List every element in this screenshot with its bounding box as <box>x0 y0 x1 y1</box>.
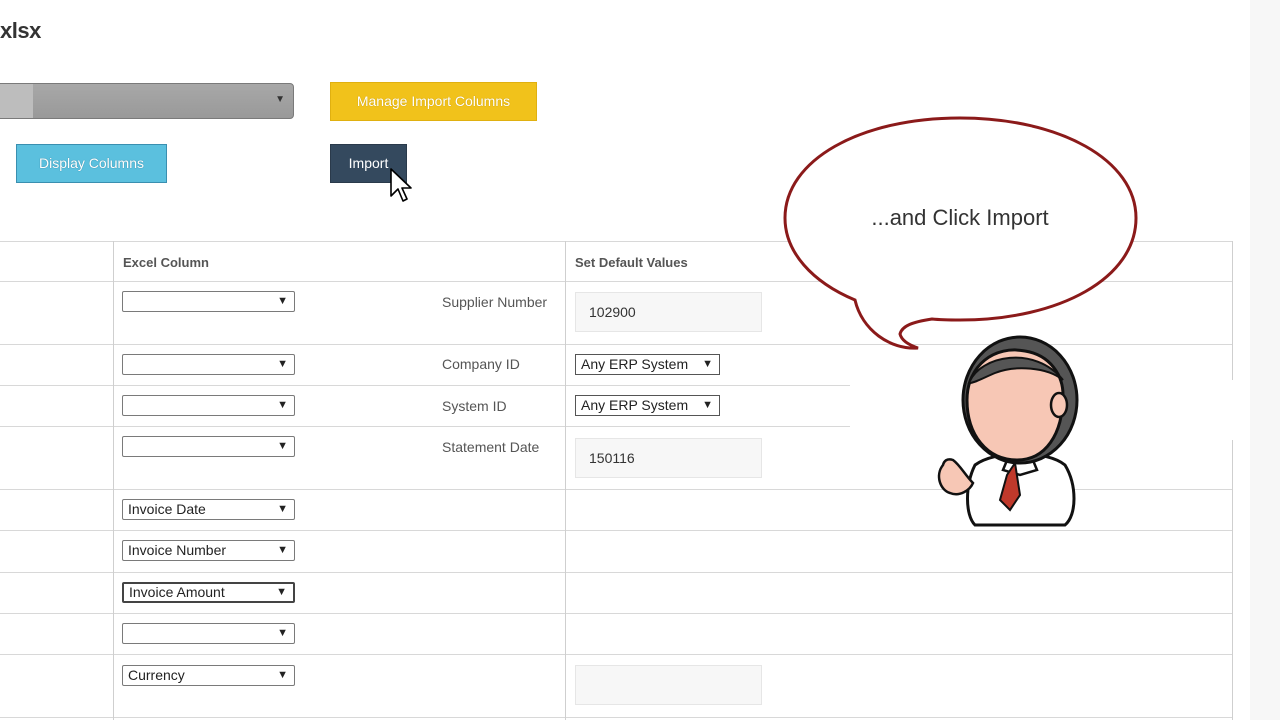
supplier-number-field[interactable]: 102900 <box>575 292 762 332</box>
statement-date-field[interactable]: 150116 <box>575 438 762 478</box>
chevron-down-icon: ▼ <box>702 358 713 370</box>
mouse-pointer-icon <box>390 168 412 202</box>
chevron-down-icon: ▼ <box>276 586 287 598</box>
excel-column-select[interactable]: Invoice Amount ▼ <box>122 582 295 603</box>
company-id-select[interactable]: Any ERP System ▼ <box>575 354 720 375</box>
file-select-dropdown[interactable]: ▼ <box>0 83 294 119</box>
field-label: Statement Date <box>442 439 540 455</box>
excel-column-select[interactable]: ▼ <box>122 623 295 644</box>
chevron-down-icon: ▼ <box>277 399 288 411</box>
select-value: Invoice Amount <box>129 584 225 600</box>
grid-line <box>1232 241 1233 720</box>
chevron-down-icon: ▼ <box>277 295 288 307</box>
right-gutter <box>1250 0 1280 720</box>
chevron-down-icon: ▼ <box>277 358 288 370</box>
field-label: Company ID <box>442 356 520 372</box>
grid-line <box>0 241 1233 242</box>
select-value: Invoice Number <box>128 542 227 558</box>
display-columns-button[interactable]: Display Columns <box>16 144 167 183</box>
excel-column-select[interactable]: Invoice Number ▼ <box>122 540 295 561</box>
excel-column-select[interactable]: Currency ▼ <box>122 665 295 686</box>
excel-column-header: Excel Column <box>123 255 209 270</box>
chevron-down-icon: ▼ <box>277 544 288 556</box>
select-value: Currency <box>128 667 185 683</box>
default-values-header: Set Default Values <box>575 255 688 270</box>
chevron-down-icon: ▼ <box>275 94 285 105</box>
field-label: System ID <box>442 398 507 414</box>
chevron-down-icon: ▼ <box>277 669 288 681</box>
currency-default-field[interactable] <box>575 665 762 705</box>
excel-column-select[interactable]: ▼ <box>122 354 295 375</box>
grid-line <box>0 281 1233 282</box>
callout-text: ...and Click Import <box>871 205 1049 230</box>
field-label: Supplier Number <box>442 294 548 310</box>
manage-import-columns-button[interactable]: Manage Import Columns <box>330 82 537 121</box>
excel-column-select[interactable]: ▼ <box>122 436 295 457</box>
chevron-down-icon: ▼ <box>277 627 288 639</box>
grid-line <box>113 241 114 720</box>
select-value: Any ERP System <box>581 397 689 413</box>
cartoon-man-illustration <box>937 335 1079 527</box>
select-value: Any ERP System <box>581 356 689 372</box>
chevron-down-icon: ▼ <box>277 440 288 452</box>
grid-line <box>0 572 1233 573</box>
file-select-segment <box>0 84 33 118</box>
excel-column-select[interactable]: Invoice Date ▼ <box>122 499 295 520</box>
select-value: Invoice Date <box>128 501 206 517</box>
grid-line <box>0 654 1233 655</box>
chevron-down-icon: ▼ <box>277 503 288 515</box>
grid-line <box>0 613 1233 614</box>
excel-column-select[interactable]: ▼ <box>122 291 295 312</box>
excel-column-select[interactable]: ▼ <box>122 395 295 416</box>
chevron-down-icon: ▼ <box>702 399 713 411</box>
system-id-select[interactable]: Any ERP System ▼ <box>575 395 720 416</box>
grid-line <box>0 717 1233 718</box>
grid-line <box>565 241 566 720</box>
page-title: xlsx <box>0 18 41 43</box>
